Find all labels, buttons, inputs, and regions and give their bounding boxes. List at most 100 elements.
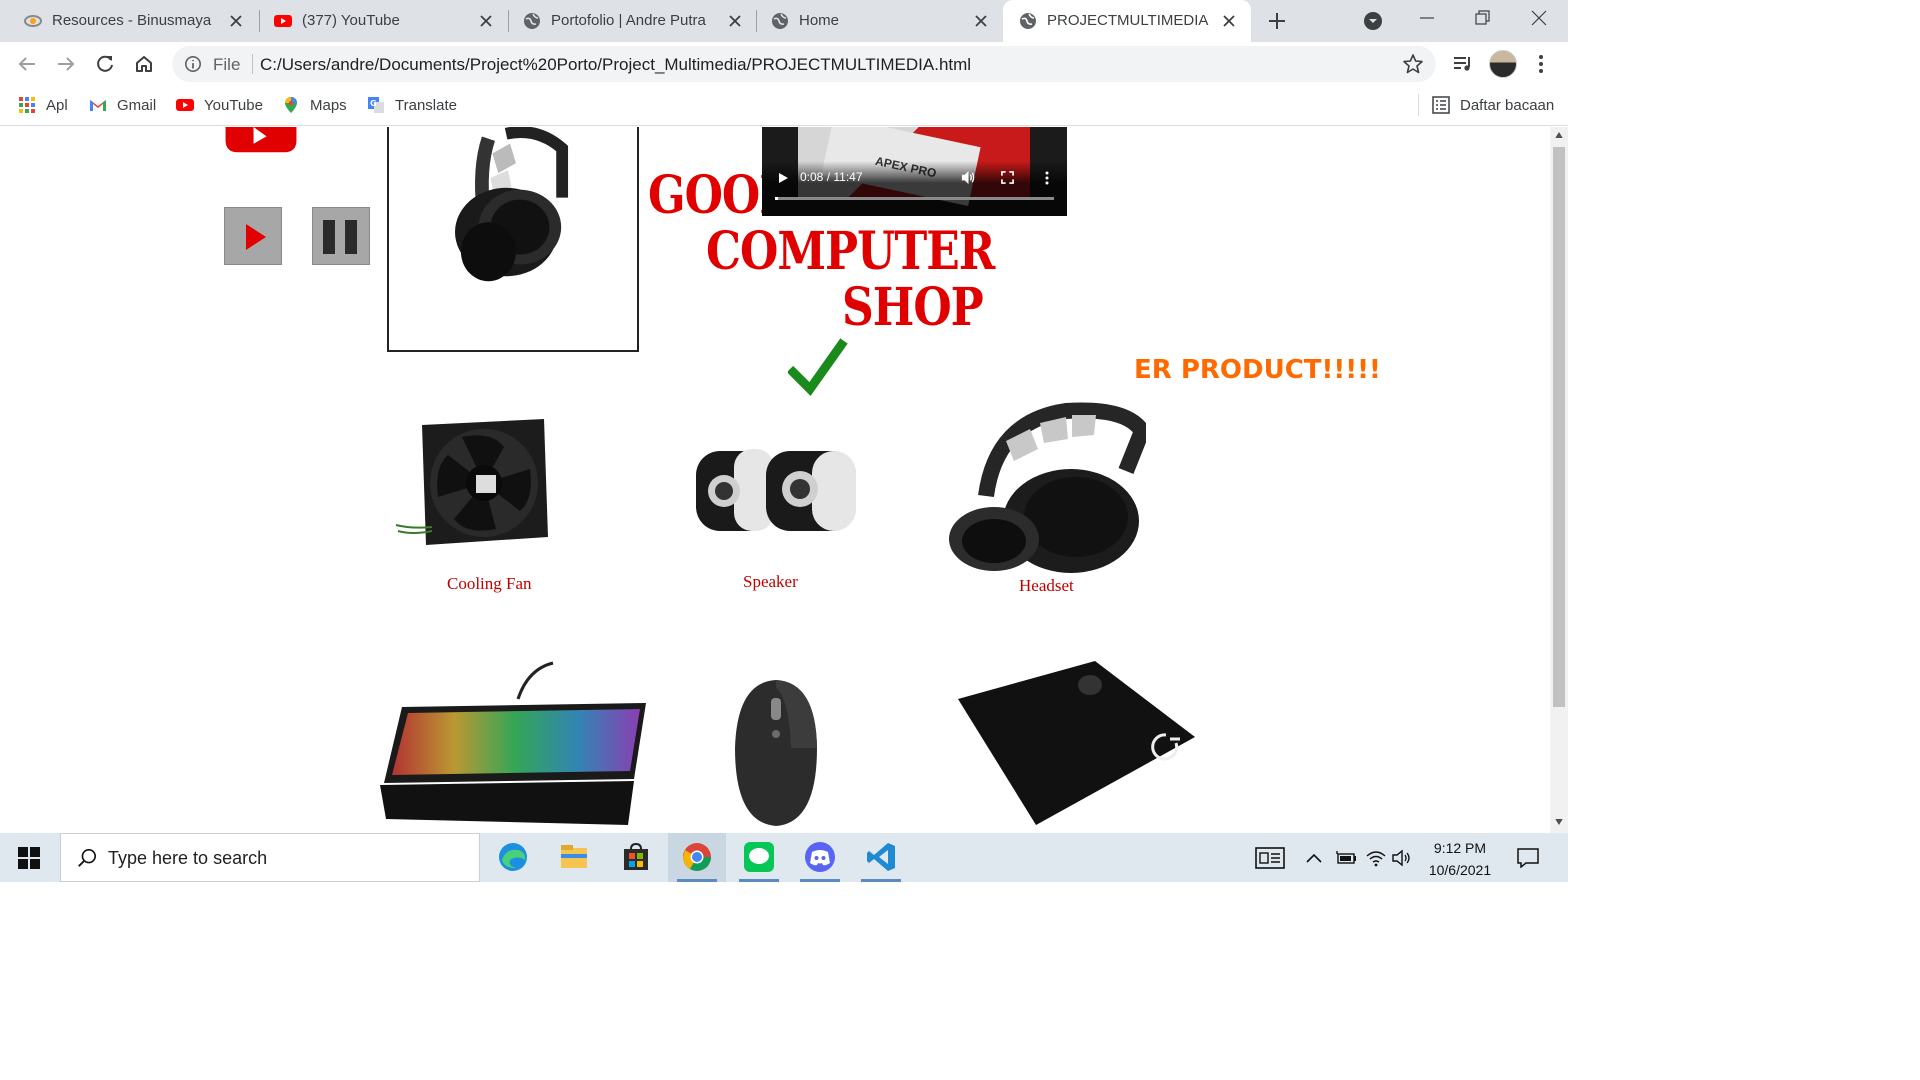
vscode-active-indicator: [861, 879, 901, 882]
bookmark-gmail[interactable]: Gmail: [89, 94, 156, 116]
tab-label: Resources - Binusmaya: [52, 12, 212, 29]
back-arrow-icon[interactable]: [16, 53, 38, 75]
close-icon[interactable]: [476, 11, 496, 31]
globe-icon: [524, 13, 540, 29]
page-scrollbar[interactable]: [1550, 127, 1568, 833]
shop-title-shop: SHOP: [842, 277, 984, 339]
tab-search-dropdown-icon[interactable]: [1363, 11, 1383, 31]
video-play-icon[interactable]: [777, 172, 789, 184]
vscode-icon[interactable]: [864, 840, 898, 874]
clock-date: 10/6/2021: [1428, 862, 1492, 878]
info-icon[interactable]: [184, 55, 202, 73]
gmail-icon: [90, 100, 106, 111]
minimize-icon[interactable]: [1417, 8, 1437, 28]
tab-binusmaya[interactable]: Resources - Binusmaya: [8, 0, 258, 42]
clock-time: 9:12 PM: [1433, 840, 1487, 856]
close-icon[interactable]: [725, 11, 745, 31]
url-text[interactable]: C:/Users/andre/Documents/Project%20Porto…: [260, 55, 971, 75]
discord-icon[interactable]: [803, 840, 837, 874]
pause-button[interactable]: [312, 207, 370, 265]
translate-icon: G: [368, 97, 384, 113]
media-control-icon[interactable]: [1452, 53, 1474, 75]
reading-list-icon: [1432, 96, 1450, 114]
close-icon[interactable]: [226, 11, 246, 31]
svg-text:G: G: [370, 99, 377, 108]
edge-icon[interactable]: [496, 840, 530, 874]
volume-icon[interactable]: [961, 170, 976, 185]
windows-start-icon[interactable]: [18, 847, 40, 869]
bookmark-divider: [1418, 94, 1419, 116]
close-window-icon[interactable]: [1529, 8, 1549, 28]
tab-projectmultimedia[interactable]: PROJECTMULTIMEDIA: [1003, 0, 1251, 42]
tab-strip: Resources - Binusmaya (377) YouTube Port…: [0, 0, 1568, 42]
youtube-icon: [176, 99, 194, 111]
battery-icon[interactable]: [1335, 851, 1357, 865]
tab-home[interactable]: Home: [755, 0, 1003, 42]
reload-icon[interactable]: [94, 53, 116, 75]
chrome-icon[interactable]: [680, 840, 714, 874]
news-widget-icon[interactable]: [1255, 847, 1285, 869]
more-vert-icon[interactable]: [1530, 53, 1552, 75]
video-time: 0:08 / 11:47: [800, 170, 863, 184]
system-clock[interactable]: 9:12 PM 10/6/2021: [1410, 837, 1510, 881]
bookmark-apps[interactable]: Apl: [18, 94, 68, 116]
bookmark-star-icon[interactable]: [1402, 53, 1424, 75]
apps-grid-icon: [19, 97, 35, 113]
address-bar[interactable]: File C:/Users/andre/Documents/Project%20…: [172, 46, 1436, 82]
headset-product-image[interactable]: [946, 401, 1146, 576]
video-more-icon[interactable]: [1044, 171, 1050, 185]
scrollbar-thumb[interactable]: [1553, 147, 1565, 707]
play-button[interactable]: [224, 207, 282, 265]
fullscreen-icon[interactable]: [1001, 171, 1014, 184]
tab-youtube[interactable]: (377) YouTube: [258, 0, 508, 42]
cooling-fan-image[interactable]: [392, 417, 552, 557]
new-tab-plus-icon[interactable]: [1267, 11, 1287, 31]
store-icon[interactable]: [619, 840, 653, 874]
binusmaya-icon: [24, 15, 42, 27]
tab-portofolio[interactable]: Portofolio | Andre Putra: [507, 0, 757, 42]
wifi-icon[interactable]: [1365, 849, 1387, 867]
youtube-icon: [274, 15, 292, 27]
keyboard-image[interactable]: [378, 659, 648, 829]
bookmark-translate[interactable]: G Translate: [367, 94, 457, 116]
mouse-image[interactable]: [731, 678, 821, 828]
globe-icon: [772, 13, 788, 29]
bookmark-label: Apl: [46, 96, 68, 114]
file-explorer-icon[interactable]: [557, 840, 591, 874]
bookmark-label: Translate: [395, 96, 457, 114]
scheme-label: File: [213, 55, 241, 74]
line-active-indicator: [739, 879, 779, 882]
taskbar-search-box[interactable]: Type here to search: [60, 833, 480, 882]
bookmark-youtube[interactable]: YouTube: [176, 94, 263, 116]
bookmark-label: YouTube: [204, 96, 263, 114]
bookmarks-bar: Apl Gmail YouTube Maps G Translate Dafta…: [0, 86, 1568, 126]
speaker-image[interactable]: [694, 447, 859, 537]
video-progress-track[interactable]: [775, 197, 1054, 200]
discord-active-indicator: [800, 879, 840, 882]
windows-taskbar: Type here to search 9:12 PM 10/6/2021: [0, 833, 1568, 882]
video-player[interactable]: APEX PRO 0:08 / 11:47: [762, 127, 1067, 216]
notification-icon[interactable]: [1517, 848, 1539, 868]
tab-label: (377) YouTube: [302, 12, 400, 29]
headset-image: [455, 127, 569, 282]
shop-title-computer: COMPUTER: [706, 221, 995, 283]
avatar[interactable]: [1489, 50, 1517, 78]
close-icon[interactable]: [1219, 11, 1239, 31]
pause-icon: [323, 220, 357, 254]
home-icon[interactable]: [133, 53, 155, 75]
omnibox-separator: [252, 54, 253, 74]
maps-icon: [285, 97, 297, 113]
scroll-up-arrow-icon[interactable]: [1555, 132, 1563, 138]
line-icon[interactable]: [742, 840, 776, 874]
forward-arrow-icon[interactable]: [55, 53, 77, 75]
tray-chevron-icon[interactable]: [1306, 853, 1322, 863]
reading-list-button[interactable]: Daftar bacaan: [1432, 94, 1554, 116]
restore-icon[interactable]: [1473, 8, 1493, 28]
mousepad-image[interactable]: [950, 659, 1200, 829]
marquee-text: ER PRODUCT!!!!!: [1134, 355, 1381, 385]
scroll-down-arrow-icon[interactable]: [1555, 819, 1563, 825]
bookmark-maps[interactable]: Maps: [282, 94, 347, 116]
close-icon[interactable]: [971, 11, 991, 31]
globe-icon: [1020, 13, 1036, 29]
play-icon: [246, 224, 266, 250]
